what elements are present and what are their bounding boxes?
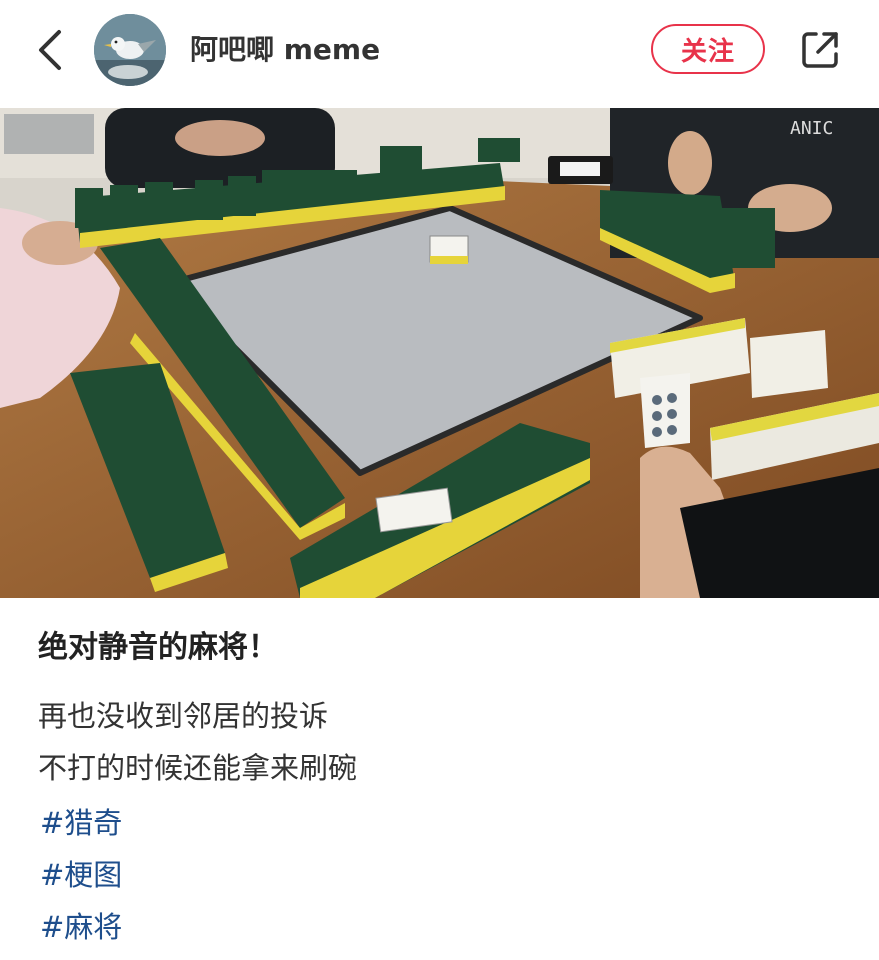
hashtag-link[interactable]: #猎奇: [40, 803, 122, 843]
back-button[interactable]: [28, 26, 72, 74]
post-header: 阿吧唧 meme 关注: [0, 0, 879, 108]
chevron-left-icon: [39, 30, 61, 70]
post-title: 绝对静音的麻将！: [38, 630, 278, 665]
sponge-mahjong-photo: ANIC: [0, 108, 879, 598]
seagull-avatar-image: [94, 14, 166, 86]
shirt-text: ANIC: [790, 118, 833, 139]
hashtag-link[interactable]: #麻将: [40, 907, 122, 947]
avatar[interactable]: [94, 14, 166, 86]
follow-button[interactable]: 关注: [651, 24, 765, 74]
username[interactable]: 阿吧唧 meme: [190, 28, 380, 72]
post-body-line-2: 不打的时候还能拿来刷碗: [38, 751, 358, 785]
share-icon: [802, 32, 838, 68]
hashtag-link[interactable]: #梗图: [40, 855, 122, 895]
post-content: 绝对静音的麻将！ 再也没收到邻居的投诉 不打的时候还能拿来刷碗 #猎奇 #梗图 …: [0, 598, 879, 960]
post-body-line-1: 再也没收到邻居的投诉: [38, 699, 329, 733]
post-photo[interactable]: ANIC: [0, 108, 879, 598]
share-button[interactable]: [796, 26, 844, 74]
